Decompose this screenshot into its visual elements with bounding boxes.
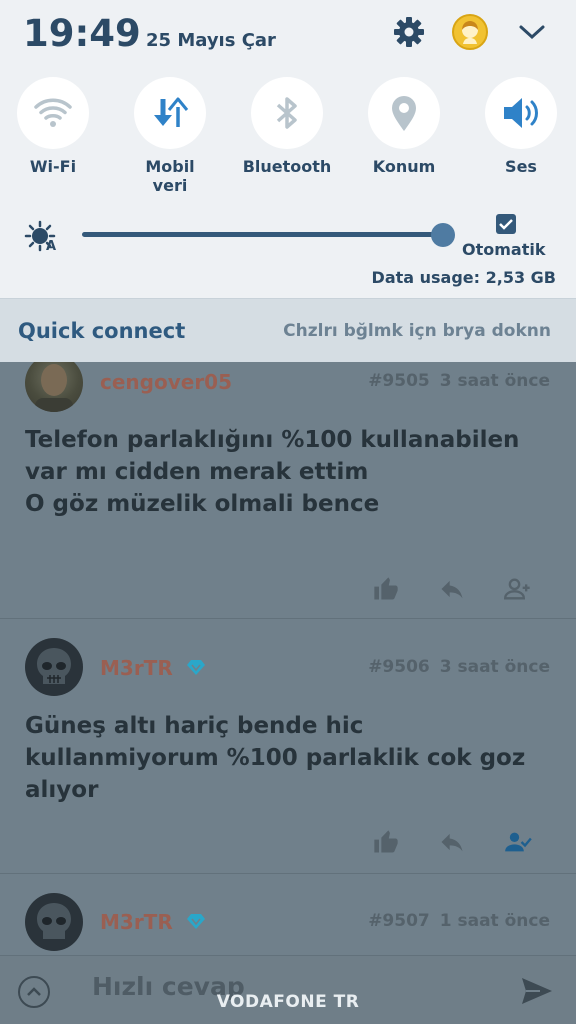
- data-usage-label[interactable]: Data usage: 2,53 GB: [372, 268, 556, 287]
- post-time: 1 saat önce: [439, 911, 550, 931]
- wifi-button[interactable]: [17, 77, 89, 149]
- auto-brightness-label: Otomatik: [462, 240, 546, 259]
- brightness-slider-thumb[interactable]: [431, 223, 455, 247]
- post-9507: M3rTR #9507 1 saat önce: [0, 875, 576, 955]
- brightness-auto-icon: A: [24, 220, 56, 252]
- tile-label: Mobil veri: [145, 157, 195, 195]
- post-actions: [372, 575, 552, 603]
- post-9505: cengover05 #9505 3 saat önce Telefon parl…: [0, 350, 576, 619]
- post-meta: #9506 3 saat önce: [368, 657, 550, 677]
- notification-shade: 19:49 25 Mayıs Çar Wi-Fi Mobil veri Blue…: [0, 0, 576, 298]
- bluetooth-icon: [276, 97, 297, 129]
- post-actions: [372, 828, 552, 856]
- avatar[interactable]: [25, 893, 83, 951]
- avatar[interactable]: [25, 354, 83, 412]
- gear-icon[interactable]: [393, 16, 425, 48]
- auto-brightness-checkbox[interactable]: [496, 214, 516, 234]
- tile-sound[interactable]: Ses: [466, 77, 576, 176]
- post-meta: #9507 1 saat önce: [368, 911, 550, 931]
- mobile-data-icon: [154, 97, 189, 127]
- like-icon[interactable]: [372, 828, 400, 856]
- avatar[interactable]: [25, 638, 83, 696]
- post-body: Telefon parlaklığını %100 kullanabilen v…: [25, 427, 520, 517]
- post-body: Güneş altı hariç bende hic kullanmiyorum…: [25, 713, 526, 803]
- tile-label: Konum: [372, 157, 436, 176]
- quick-reply-bar: Hızlı cevap: [0, 955, 576, 1024]
- date: 25 Mayıs Çar: [146, 30, 276, 51]
- quick-connect-hint: Chzlrı bğlmk içn brya doknn: [283, 321, 551, 341]
- tile-label: Bluetooth: [242, 157, 332, 176]
- reply-icon[interactable]: [438, 575, 466, 603]
- post-number: #9507: [368, 911, 430, 931]
- chevron-down-icon[interactable]: [518, 22, 546, 42]
- post-9506: M3rTR #9506 3 saat önce Güneş altı hariç …: [0, 620, 576, 874]
- quick-connect-title: Quick connect: [18, 319, 186, 343]
- tile-label: Wi-Fi: [29, 157, 77, 176]
- carrier-label: VODAFONE TR: [216, 992, 360, 1012]
- following-icon[interactable]: [504, 828, 532, 856]
- sound-button[interactable]: [485, 77, 557, 149]
- quick-connect-bar[interactable]: Quick connect Chzlrı bğlmk içn brya dokn…: [0, 298, 576, 362]
- verified-icon: [187, 914, 205, 929]
- tile-bluetooth[interactable]: Bluetooth: [232, 77, 342, 176]
- post-time: 3 saat önce: [439, 657, 550, 677]
- post-number: #9505: [368, 371, 430, 391]
- svg-text:A: A: [46, 239, 56, 252]
- follow-icon[interactable]: [504, 575, 532, 603]
- location-icon: [392, 96, 416, 131]
- sound-icon: [504, 98, 538, 128]
- post-number: #9506: [368, 657, 430, 677]
- location-button[interactable]: [368, 77, 440, 149]
- bluetooth-button[interactable]: [251, 77, 323, 149]
- tile-wifi[interactable]: Wi-Fi: [0, 77, 108, 176]
- post-meta: #9505 3 saat önce: [368, 371, 550, 391]
- clock: 19:49: [23, 12, 141, 55]
- brightness-slider[interactable]: [82, 232, 444, 237]
- post-username[interactable]: M3rTR: [100, 656, 173, 680]
- post-time: 3 saat önce: [439, 371, 550, 391]
- tile-location[interactable]: Konum: [349, 77, 459, 176]
- post-username[interactable]: M3rTR: [100, 910, 173, 934]
- verified-icon: [187, 660, 205, 675]
- tile-label: Ses: [505, 157, 537, 176]
- post-username[interactable]: cengover05: [100, 370, 232, 394]
- tile-mobile-data[interactable]: Mobil veri: [115, 77, 225, 195]
- like-icon[interactable]: [372, 575, 400, 603]
- checkmark-icon: [499, 219, 513, 230]
- reply-icon[interactable]: [438, 828, 466, 856]
- user-avatar[interactable]: [452, 14, 488, 50]
- wifi-icon: [34, 98, 72, 127]
- mobile-data-button[interactable]: [134, 77, 206, 149]
